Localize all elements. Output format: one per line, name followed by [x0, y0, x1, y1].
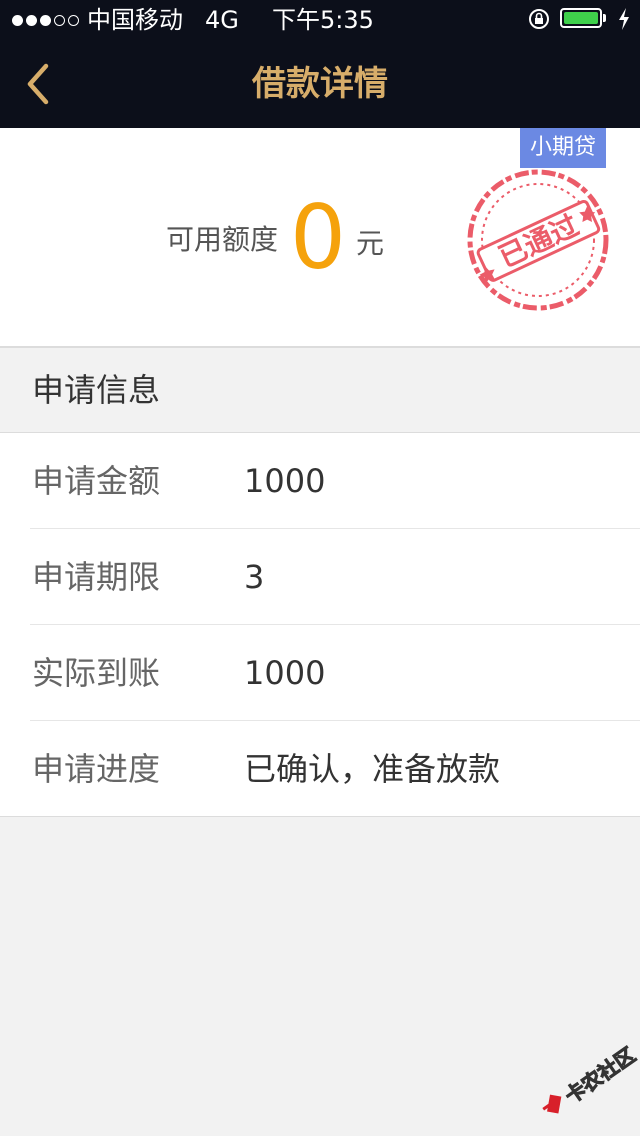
- quota-value: 0: [290, 186, 347, 289]
- network-type: 4G: [205, 6, 239, 34]
- status-bar: 中国移动 4G 下午5:35: [0, 0, 640, 40]
- application-info-list: 申请金额 1000 申请期限 3 实际到账 1000 申请进度 已确认，准备放款: [0, 433, 640, 817]
- approved-stamp-icon: 已通过: [467, 169, 609, 311]
- status-time: 下午5:35: [272, 6, 374, 34]
- info-row-received: 实际到账 1000: [30, 625, 640, 721]
- quota-row: 可用额度 0 元: [166, 188, 384, 288]
- signal-dot: [54, 14, 65, 26]
- info-label: 申请进度: [32, 750, 161, 788]
- battery-icon: [560, 8, 608, 30]
- signal-strength-icon: [12, 14, 79, 26]
- signal-dot: [40, 14, 51, 26]
- screen: 中国移动 4G 下午5:35 借款详情 小期贷 可用额度 0 元 已通过 申请信…: [0, 0, 640, 1136]
- quota-unit: 元: [356, 227, 385, 260]
- section-header: 申请信息: [0, 348, 640, 433]
- product-tag: 小期贷: [520, 128, 606, 168]
- quota-label: 可用额度: [166, 223, 279, 256]
- carrier-name: 中国移动: [87, 6, 183, 34]
- info-value: 已确认，准备放款: [244, 750, 501, 788]
- watermark-logo-icon: 卡农社区: [542, 1042, 640, 1114]
- section-title: 申请信息: [32, 371, 161, 409]
- info-row-progress: 申请进度 已确认，准备放款: [30, 721, 640, 816]
- status-left: 中国移动 4G: [12, 6, 239, 34]
- info-row-term: 申请期限 3: [30, 529, 640, 625]
- signal-dot: [26, 14, 37, 26]
- info-value: 3: [244, 558, 265, 596]
- signal-dot: [12, 14, 23, 26]
- signal-dot: [68, 14, 79, 26]
- nav-bar: 借款详情: [0, 40, 640, 128]
- page-title: 借款详情: [252, 64, 388, 104]
- stamp-text: 已通过: [494, 209, 584, 274]
- watermark-text: 卡农社区: [561, 1043, 640, 1109]
- info-label: 申请金额: [32, 462, 161, 500]
- quota-card: 小期贷 可用额度 0 元 已通过: [0, 128, 640, 348]
- info-label: 实际到账: [32, 654, 161, 692]
- info-label: 申请期限: [32, 558, 161, 596]
- info-value: 1000: [244, 462, 326, 500]
- info-value: 1000: [244, 654, 326, 692]
- charging-icon: [619, 8, 629, 30]
- rotation-lock-icon: [529, 9, 549, 29]
- info-row-amount: 申请金额 1000: [30, 433, 640, 529]
- status-right: [528, 8, 630, 30]
